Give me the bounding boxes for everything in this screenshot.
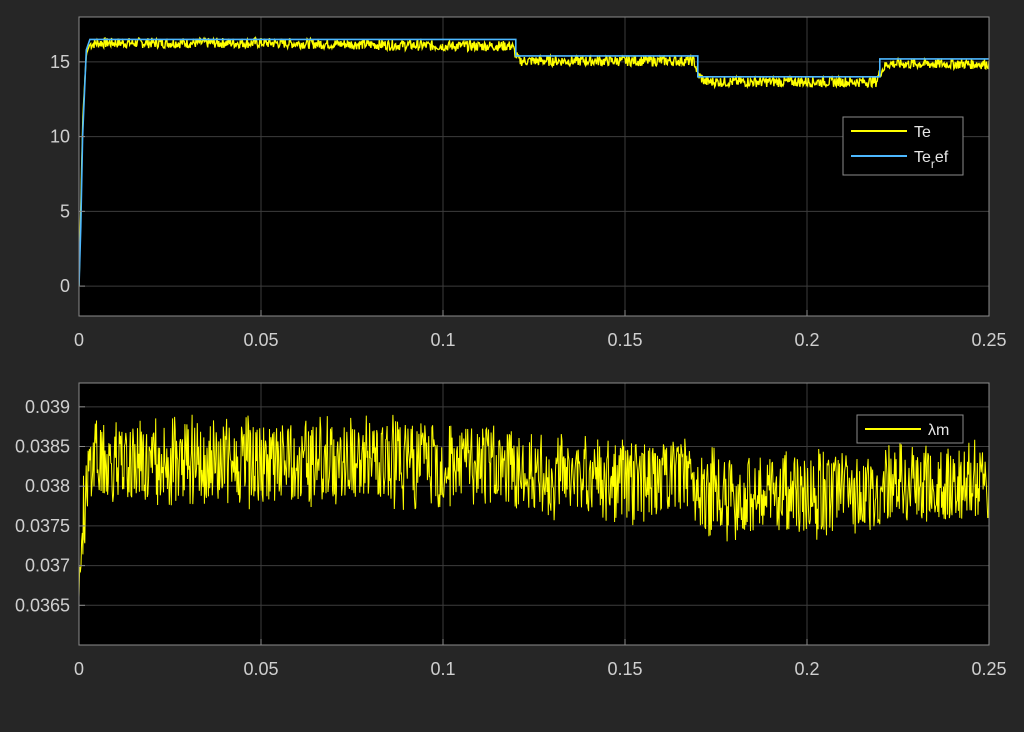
x-tick-label: 0.25 <box>971 659 1006 679</box>
y-tick-label: 15 <box>50 52 70 72</box>
torque-axes: 0 0.05 0.1 0.15 0.2 0.25 0 5 10 15 TeTeref <box>50 16 1007 350</box>
figure: 0 0.05 0.1 0.15 0.2 0.25 0 5 10 15 TeTeref 0 0.05 0.… <box>15 16 1007 679</box>
x-tick-label: 0.05 <box>243 330 278 350</box>
legend-box <box>842 116 964 176</box>
y-tick-label: 0.0365 <box>15 595 70 615</box>
x-tick-label: 0.1 <box>430 330 455 350</box>
y-tick-label: 0 <box>60 276 70 296</box>
x-tick-label: 0 <box>74 330 84 350</box>
legend: λm <box>856 414 964 444</box>
x-tick-label: 0.25 <box>971 330 1006 350</box>
y-tick-label: 0.039 <box>25 397 70 417</box>
y-tick-label: 0.037 <box>25 556 70 576</box>
y-tick-label: 5 <box>60 201 70 221</box>
x-tick-label: 0.2 <box>794 659 819 679</box>
legend: TeTeref <box>842 116 964 176</box>
x-tick-label: 0.05 <box>243 659 278 679</box>
x-tick-label: 0.1 <box>430 659 455 679</box>
y-tick-label: 10 <box>50 127 70 147</box>
flux-axes: 0 0.05 0.1 0.15 0.2 0.25 0.0365 0.037 0.0375 0.03… <box>15 382 1007 679</box>
legend-label: λm <box>928 422 949 439</box>
legend-label: Te <box>914 124 931 141</box>
y-tick-label: 0.038 <box>25 476 70 496</box>
x-tick-label: 0.15 <box>607 330 642 350</box>
x-tick-label: 0.15 <box>607 659 642 679</box>
x-tick-label: 0.2 <box>794 330 819 350</box>
y-tick-label: 0.0375 <box>15 516 70 536</box>
y-tick-label: 0.0385 <box>15 437 70 457</box>
x-tick-label: 0 <box>74 659 84 679</box>
